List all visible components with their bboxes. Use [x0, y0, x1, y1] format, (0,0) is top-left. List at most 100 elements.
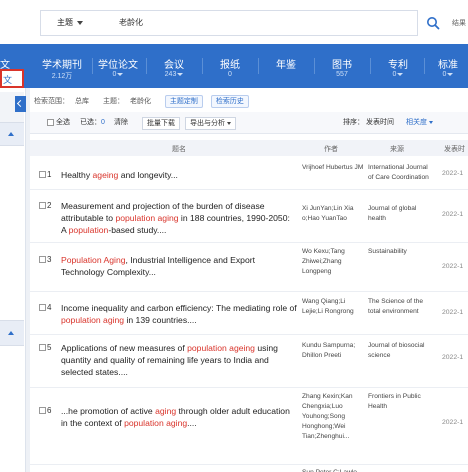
resource-type-nav: 文 学术期刊 2.12万 学位论文 0 会议 243 报纸 0 年鉴 图书 55…	[0, 44, 468, 88]
search-history-tag[interactable]: 检索历史	[210, 95, 249, 108]
chevron-down-icon	[227, 121, 231, 125]
row-checkbox[interactable]	[39, 256, 46, 263]
nav-item-label: 年鉴	[276, 60, 296, 71]
row-title-link[interactable]: ...he promotion of active aging through …	[61, 405, 297, 429]
row-date: 2022-1	[442, 419, 464, 426]
select-all-checkbox[interactable]	[47, 118, 54, 126]
nav-item-newspapers[interactable]: 报纸 0	[206, 44, 254, 88]
row-title-link[interactable]: Population Aging, Industrial Intelligenc…	[61, 254, 297, 278]
row-author[interactable]: Sun Peter C;Lawlo	[302, 468, 366, 472]
row-author[interactable]: Zhang Kexin;Kan Chengxia;Luo Youhong;Son…	[302, 392, 366, 442]
nav-item-patents[interactable]: 专利 0	[374, 44, 422, 88]
caret-down-icon	[397, 72, 404, 76]
result-link[interactable]: 结果	[452, 18, 466, 28]
clear-link[interactable]: 清除	[114, 112, 128, 134]
row-title-link[interactable]: Healthy ageing and longevity...	[61, 169, 297, 181]
table-row[interactable]: 4 Income inequality and carbon efficiency…	[30, 293, 468, 335]
row-title-link[interactable]: Applications of new measures of populati…	[61, 342, 297, 378]
row-title-link[interactable]: Measurement and projection of the burden…	[61, 200, 297, 236]
row-source[interactable]: Frontiers in Public Health	[368, 392, 432, 412]
left-selected-item[interactable]: 文	[0, 69, 24, 88]
row-checkbox[interactable]	[39, 304, 46, 311]
row-source[interactable]: International Journal of Care Coordinati…	[368, 163, 432, 183]
title-text: Healthy	[61, 170, 93, 180]
row-number-text: 4	[47, 303, 52, 312]
left-panel-group-header-2[interactable]	[0, 320, 24, 346]
table-row[interactable]: 2 Measurement and projection of the burde…	[30, 191, 468, 243]
table-row[interactable]: 1 Healthy ageing and longevity... Vrijhoef…	[30, 160, 468, 190]
row-source[interactable]: Sustainability	[368, 247, 432, 257]
nav-divider	[258, 58, 259, 74]
row-author[interactable]: Vrijhoef Hubertus JM	[302, 163, 366, 173]
nav-divider	[370, 58, 371, 74]
results-table-header: 题名 作者 来源 发表时	[30, 140, 468, 156]
sort-by-relevance[interactable]: 相关度	[406, 112, 433, 134]
nav-item-theses[interactable]: 学位论文 0	[94, 44, 142, 88]
subject-custom-tag[interactable]: 主题定制	[164, 95, 203, 108]
nav-item-yearbooks[interactable]: 年鉴	[262, 44, 310, 88]
chevron-down-icon	[77, 20, 83, 25]
table-row[interactable]: 6 ...he promotion of active aging through…	[30, 389, 468, 465]
title-text: Applications of new measures of	[61, 343, 188, 353]
row-checkbox[interactable]	[39, 407, 46, 414]
row-author[interactable]: Xi JunYan;Lin Xia o;Hao YuanTao	[302, 204, 366, 224]
row-source[interactable]: Journal of global health	[368, 204, 432, 224]
row-number-text: 5	[47, 343, 52, 352]
nav-item-conferences[interactable]: 会议 243	[150, 44, 198, 88]
caret-up-icon	[8, 331, 14, 335]
nav-item-label: 会议	[164, 60, 184, 71]
left-panel-group-header[interactable]	[0, 122, 24, 146]
nav-item-standards[interactable]: 标准 0	[428, 44, 468, 88]
search-box[interactable]: 主题 老龄化	[40, 10, 418, 36]
row-source[interactable]: Journal of biosocial science	[368, 341, 432, 361]
nav-item-count: 0	[442, 71, 447, 78]
row-number-text: 3	[47, 255, 52, 264]
table-row[interactable]: 7Sun Peter C;Lawlo	[30, 466, 468, 472]
nav-divider	[314, 58, 315, 74]
left-filter-panel: 文	[0, 69, 26, 472]
row-checkbox[interactable]	[39, 202, 46, 209]
search-button[interactable]	[420, 10, 446, 36]
title-highlight: aging	[155, 406, 177, 416]
row-date: 2022-1	[442, 211, 464, 218]
caret-down-icon	[177, 72, 184, 76]
search-input[interactable]: 老龄化	[119, 11, 143, 35]
row-number: 6	[39, 406, 51, 415]
row-source[interactable]: The Science of the total environment	[368, 297, 432, 317]
row-date: 2022-1	[442, 170, 464, 177]
nav-item-label: 专利	[388, 60, 408, 71]
nav-item-count: 557	[336, 71, 348, 78]
table-row[interactable]: 5 Applications of new measures of populat…	[30, 336, 468, 388]
top-bar: 主题 老龄化 结果	[0, 0, 468, 44]
export-analysis-button[interactable]: 导出与分析	[185, 117, 236, 130]
row-checkbox[interactable]	[39, 344, 46, 351]
subject-select[interactable]: 主题	[41, 11, 105, 35]
caret-up-icon	[8, 132, 14, 136]
row-author[interactable]: Kundu Sampurna; Dhillon Preeti	[302, 341, 366, 361]
table-row[interactable]: 3 Population Aging, Industrial Intelligen…	[30, 244, 468, 292]
nav-divider	[424, 58, 425, 74]
caret-down-icon	[117, 72, 124, 76]
row-author[interactable]: Wo Kexu;Tang Zhiwei;Zhang Longpeng	[302, 247, 366, 277]
title-text: and longevity...	[118, 170, 178, 180]
nav-item-count: 0	[112, 71, 117, 78]
batch-download-button[interactable]: 批量下载	[142, 117, 180, 130]
title-highlight: Population Aging	[61, 255, 126, 265]
row-number: 3	[39, 255, 51, 264]
collapse-panel-button[interactable]	[15, 96, 26, 112]
left-selected-label: 文	[3, 75, 13, 85]
row-number: 4	[39, 303, 51, 312]
select-all[interactable]: 全选	[47, 112, 70, 134]
row-title-link[interactable]: Income inequality and carbon efficiency:…	[61, 302, 297, 326]
row-number: 5	[39, 343, 51, 352]
nav-item-journals[interactable]: 学术期刊 2.12万	[38, 44, 86, 88]
title-highlight: population ageing	[187, 343, 255, 353]
sort-relevance-label: 相关度	[406, 119, 427, 126]
sort-by-date[interactable]: 发表时间	[366, 112, 394, 134]
nav-item-label: 学位论文	[98, 60, 138, 71]
header-title: 题名	[172, 146, 186, 153]
title-highlight: population	[68, 225, 109, 235]
row-author[interactable]: Wang Qiang;Li Lejie;Li Rongrong	[302, 297, 366, 317]
nav-item-books[interactable]: 图书 557	[318, 44, 366, 88]
row-checkbox[interactable]	[39, 171, 46, 178]
